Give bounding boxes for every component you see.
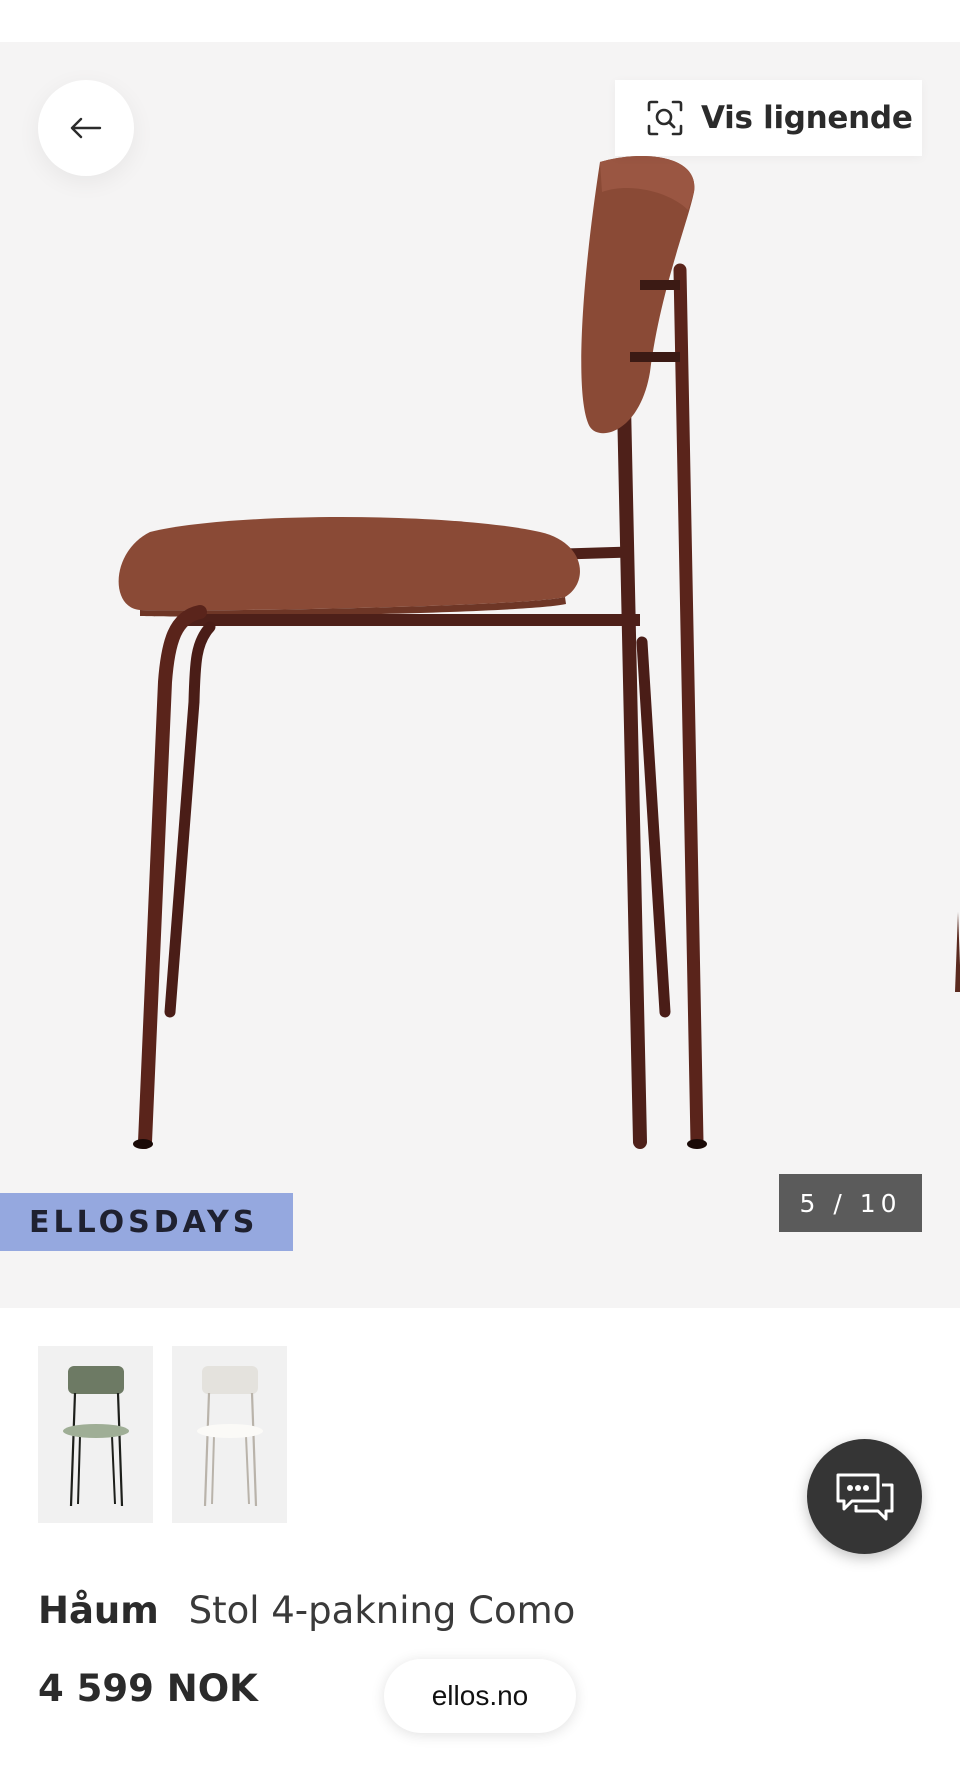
product-image-gallery[interactable]: Vis lignende ELLOSDAYS 5 / 10 <box>0 42 960 1308</box>
product-name: Stol 4-pakning Como <box>188 1589 576 1632</box>
chair-thumbnail-green <box>63 1366 129 1507</box>
chair-thumbnail-white <box>197 1366 263 1507</box>
show-similar-label: Vis lignende <box>701 100 913 136</box>
product-price: 4 599 NOK <box>38 1667 258 1710</box>
product-title: Håum Stol 4-pakning Como <box>38 1585 575 1637</box>
product-brand[interactable]: Håum <box>38 1589 159 1632</box>
visual-search-icon <box>647 100 683 136</box>
show-similar-button[interactable]: Vis lignende <box>615 80 922 156</box>
variant-thumbnail-green[interactable] <box>38 1346 153 1523</box>
chat-button[interactable] <box>807 1439 922 1554</box>
image-counter: 5 / 10 <box>779 1174 922 1232</box>
promo-badge-label: ELLOSDAYS <box>29 1204 259 1240</box>
back-button[interactable] <box>38 80 134 176</box>
promo-badge: ELLOSDAYS <box>0 1193 293 1251</box>
variant-thumbnail-white[interactable] <box>172 1346 287 1523</box>
product-image-chair <box>118 155 960 1149</box>
chat-bubbles-icon <box>836 1473 893 1520</box>
arrow-left-icon <box>70 117 102 139</box>
site-domain-pill[interactable]: ellos.no <box>384 1659 576 1733</box>
